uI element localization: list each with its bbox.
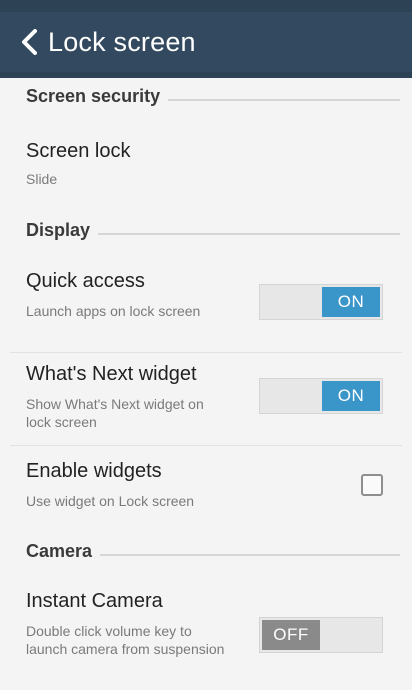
section-label: Camera: [26, 541, 93, 561]
setting-title: Instant Camera: [26, 590, 163, 612]
setting-quick-access[interactable]: Quick access Launch apps on lock screen …: [0, 258, 412, 352]
section-divider: [168, 98, 400, 101]
toggle-thumb: OFF: [262, 620, 320, 650]
lock-screen-settings: Lock screen Screen security Screen lock …: [0, 0, 412, 690]
action-bar-inner: Lock screen: [0, 12, 412, 72]
toggle-thumb: ON: [322, 381, 380, 411]
toggle-thumb: ON: [322, 287, 380, 317]
enable-widgets-checkbox[interactable]: [361, 474, 383, 496]
setting-summary: Show What's Next widget on lock screen: [26, 396, 204, 430]
section-label: Screen security: [26, 86, 161, 106]
section-divider: [98, 232, 400, 235]
setting-screen-lock[interactable]: Screen lock Slide: [0, 128, 412, 198]
setting-title: What's Next widget: [26, 363, 197, 385]
setting-summary: Double click volume key to launch camera…: [26, 623, 225, 657]
chevron-left-icon[interactable]: [12, 20, 46, 64]
setting-summary: Use widget on Lock screen: [26, 493, 195, 509]
setting-summary: Slide: [26, 171, 58, 187]
setting-summary: Launch apps on lock screen: [26, 303, 201, 319]
setting-title: Quick access: [26, 270, 145, 292]
setting-instant-camera[interactable]: Instant Camera Double click volume key t…: [0, 582, 412, 688]
setting-title: Enable widgets: [26, 460, 162, 482]
section-camera: Camera: [26, 541, 400, 562]
instant-camera-toggle[interactable]: OFF: [259, 617, 383, 653]
setting-whats-next-widget[interactable]: What's Next widget Show What's Next widg…: [0, 353, 412, 445]
section-screen-security: Screen security: [26, 86, 400, 107]
section-display: Display: [26, 220, 400, 241]
whats-next-widget-toggle[interactable]: ON: [259, 378, 383, 414]
section-divider: [100, 553, 400, 556]
action-bar: Lock screen: [0, 0, 412, 78]
section-label: Display: [26, 220, 91, 240]
setting-enable-widgets[interactable]: Enable widgets Use widget on Lock screen: [0, 446, 412, 524]
setting-title: Screen lock: [26, 140, 131, 162]
page-title: Lock screen: [48, 26, 196, 57]
quick-access-toggle[interactable]: ON: [259, 284, 383, 320]
